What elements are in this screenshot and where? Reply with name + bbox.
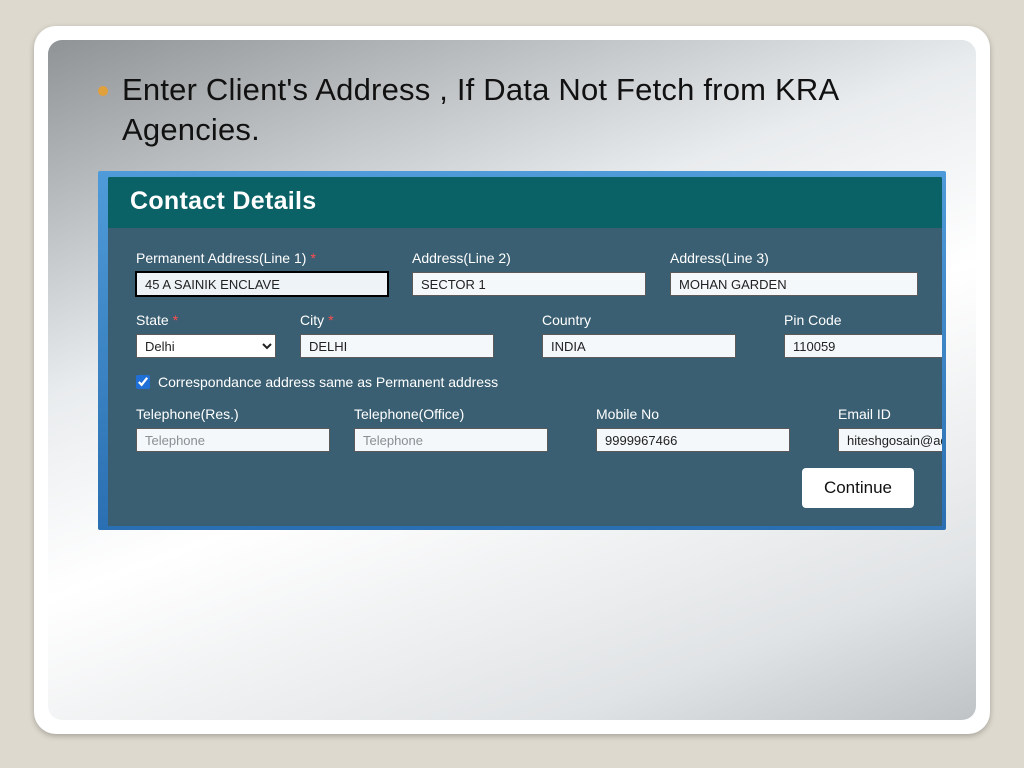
label-same-address: Correspondance address same as Permanent… (158, 374, 498, 390)
label-addr1: Permanent Address(Line 1)* (136, 250, 388, 266)
label-city-text: City (300, 312, 324, 328)
field-city: City* (300, 312, 494, 358)
label-mobile: Mobile No (596, 406, 790, 422)
row-location: State* Delhi City* Country (136, 312, 914, 358)
input-tel-res[interactable] (136, 428, 330, 452)
field-pin: Pin Code (784, 312, 942, 358)
field-addr1: Permanent Address(Line 1)* (136, 250, 388, 296)
bullet-line: Enter Client's Address , If Data Not Fet… (98, 70, 946, 149)
input-addr2[interactable] (412, 272, 646, 296)
label-state-text: State (136, 312, 169, 328)
label-addr2: Address(Line 2) (412, 250, 646, 266)
button-row: Continue (136, 468, 914, 508)
select-state[interactable]: Delhi (136, 334, 276, 358)
field-mobile: Mobile No (596, 406, 790, 452)
label-addr1-text: Permanent Address(Line 1) (136, 250, 306, 266)
field-country: Country (542, 312, 736, 358)
input-pin[interactable] (784, 334, 942, 358)
field-addr2: Address(Line 2) (412, 250, 646, 296)
label-pin: Pin Code (784, 312, 942, 328)
field-tel-off: Telephone(Office) (354, 406, 548, 452)
form-panel-wrap: Contact Details Permanent Address(Line 1… (98, 171, 946, 530)
input-tel-off[interactable] (354, 428, 548, 452)
panel-body: Permanent Address(Line 1)* Address(Line … (108, 228, 942, 526)
field-email: Email ID (838, 406, 942, 452)
form-panel: Contact Details Permanent Address(Line 1… (108, 177, 942, 526)
label-state: State* (136, 312, 276, 328)
slide-card: Enter Client's Address , If Data Not Fet… (34, 26, 990, 734)
input-email[interactable] (838, 428, 942, 452)
input-mobile[interactable] (596, 428, 790, 452)
bullet-icon (98, 86, 108, 96)
continue-button[interactable]: Continue (802, 468, 914, 508)
input-addr1[interactable] (136, 272, 388, 296)
label-country: Country (542, 312, 736, 328)
same-address-row: Correspondance address same as Permanent… (136, 374, 914, 390)
field-tel-res: Telephone(Res.) (136, 406, 330, 452)
label-tel-res: Telephone(Res.) (136, 406, 330, 422)
input-country[interactable] (542, 334, 736, 358)
label-city: City* (300, 312, 494, 328)
checkbox-same-address[interactable] (136, 375, 150, 389)
row-address: Permanent Address(Line 1)* Address(Line … (136, 250, 914, 296)
bullet-text: Enter Client's Address , If Data Not Fet… (122, 70, 946, 149)
slide-inner: Enter Client's Address , If Data Not Fet… (48, 40, 976, 720)
required-marker: * (328, 312, 333, 328)
required-marker: * (173, 312, 178, 328)
field-addr3: Address(Line 3) (670, 250, 918, 296)
label-tel-off: Telephone(Office) (354, 406, 548, 422)
field-state: State* Delhi (136, 312, 276, 358)
label-email: Email ID (838, 406, 942, 422)
panel-title: Contact Details (108, 177, 942, 228)
label-addr3: Address(Line 3) (670, 250, 918, 266)
required-marker: * (310, 250, 315, 266)
row-contact: Telephone(Res.) Telephone(Office) Mobile… (136, 406, 914, 452)
input-city[interactable] (300, 334, 494, 358)
input-addr3[interactable] (670, 272, 918, 296)
